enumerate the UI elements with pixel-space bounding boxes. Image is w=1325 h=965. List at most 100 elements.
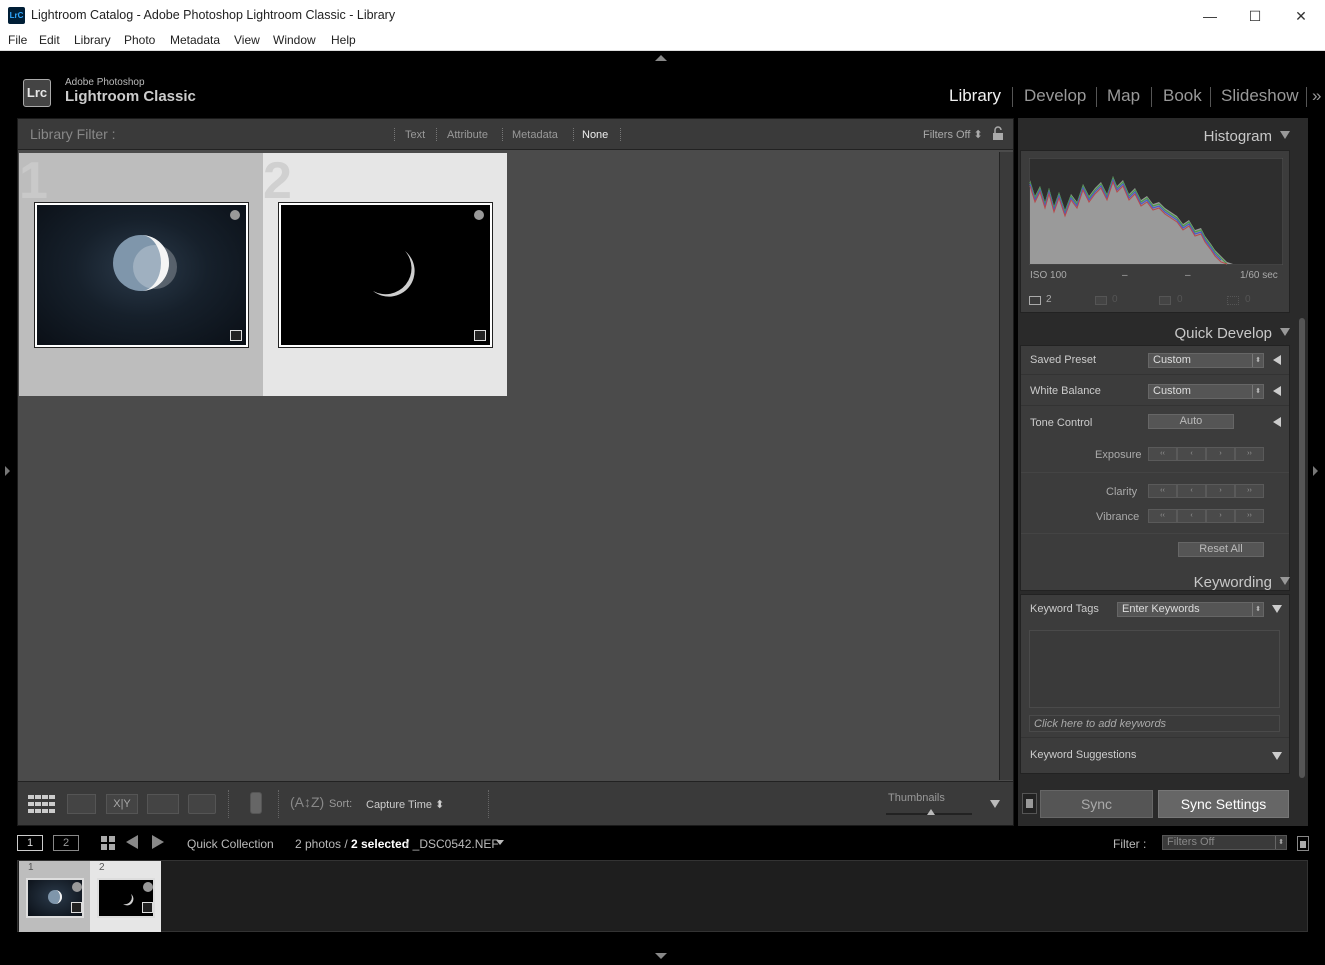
- close-button[interactable]: ✕: [1281, 4, 1321, 28]
- expand-left-panel-icon[interactable]: [5, 466, 10, 476]
- quick-collection-dot-icon[interactable]: [474, 210, 484, 220]
- photo-thumbnail[interactable]: [34, 202, 249, 348]
- grid-cell[interactable]: 1: [19, 153, 263, 396]
- quick-collection-dot-icon[interactable]: [230, 210, 240, 220]
- module-book[interactable]: Book: [1163, 86, 1202, 106]
- lock-icon[interactable]: [992, 126, 1004, 141]
- loupe-view-icon[interactable]: [67, 794, 96, 814]
- more-modules-icon[interactable]: »: [1312, 86, 1321, 106]
- white-balance-select[interactable]: Custom ⬍: [1148, 384, 1264, 399]
- filmstrip-filter-select[interactable]: Filters Off ⬍: [1162, 835, 1287, 850]
- right-panel-scrollbar[interactable]: [1296, 118, 1308, 778]
- collapse-bottom-panel-icon[interactable]: [655, 953, 667, 959]
- forward-arrow-icon[interactable]: [152, 835, 164, 849]
- menu-metadata[interactable]: Metadata: [170, 33, 220, 47]
- sync-settings-button[interactable]: Sync Settings: [1158, 790, 1289, 818]
- menu-photo[interactable]: Photo: [124, 33, 155, 47]
- compare-view-icon[interactable]: X|Y: [106, 794, 138, 814]
- grid-view-icon[interactable]: [28, 794, 56, 814]
- histogram-header[interactable]: Histogram: [1018, 120, 1296, 150]
- quick-collection-dot-icon[interactable]: [72, 882, 82, 892]
- clarity-increase-button[interactable]: ›: [1206, 484, 1235, 498]
- exposure-big-increase-button[interactable]: ››: [1235, 447, 1264, 461]
- vibrance-increase-button[interactable]: ›: [1206, 509, 1235, 523]
- divider: [1021, 472, 1289, 473]
- filmstrip-cell[interactable]: 1: [19, 861, 90, 932]
- people-view-icon[interactable]: [188, 794, 216, 814]
- saved-preset-expand-icon[interactable]: [1273, 355, 1281, 365]
- menu-help[interactable]: Help: [331, 33, 356, 47]
- secondary-window-button[interactable]: 2: [53, 835, 79, 851]
- source-label[interactable]: Quick Collection: [187, 837, 274, 851]
- moon-photo: [37, 205, 246, 345]
- keyword-tags-chevron-down-icon[interactable]: [1272, 605, 1282, 613]
- vibrance-big-increase-button[interactable]: ››: [1235, 509, 1264, 523]
- clarity-big-increase-button[interactable]: ››: [1235, 484, 1264, 498]
- survey-view-icon[interactable]: [147, 794, 179, 814]
- library-filter-bar: Library Filter : Text Attribute Metadata…: [18, 119, 1013, 150]
- keywording-collapse-icon[interactable]: [1280, 577, 1290, 585]
- filters-off-dropdown[interactable]: Filters Off ⬍: [923, 128, 983, 141]
- thumbnail-slider-handle[interactable]: [927, 809, 935, 815]
- filename-dropdown-icon[interactable]: [496, 840, 504, 845]
- tone-control-expand-icon[interactable]: [1273, 417, 1281, 427]
- filmstrip-cell[interactable]: 2: [90, 861, 161, 932]
- exposure-increase-button[interactable]: ›: [1206, 447, 1235, 461]
- menu-view[interactable]: View: [234, 33, 260, 47]
- collapse-right-panel-icon[interactable]: [1313, 466, 1318, 476]
- sync-button[interactable]: Sync: [1040, 790, 1153, 818]
- filter-metadata[interactable]: Metadata: [512, 129, 558, 141]
- painter-spray-can-icon[interactable]: [250, 792, 262, 814]
- auto-sync-toggle[interactable]: [1022, 793, 1037, 814]
- auto-tone-button[interactable]: Auto: [1148, 414, 1234, 429]
- filter-attribute[interactable]: Attribute: [447, 129, 488, 141]
- keyword-tags-select[interactable]: Enter Keywords ⬍: [1117, 602, 1264, 617]
- collapse-top-panel-icon[interactable]: [655, 55, 667, 61]
- keyword-suggestions-label[interactable]: Keyword Suggestions: [1030, 749, 1136, 761]
- filter-text[interactable]: Text: [405, 129, 425, 141]
- keyword-suggestions-chevron-down-icon[interactable]: [1272, 752, 1282, 760]
- module-library[interactable]: Library: [949, 86, 1001, 106]
- add-keywords-input[interactable]: Click here to add keywords: [1029, 715, 1280, 732]
- menu-window[interactable]: Window: [273, 33, 316, 47]
- quick-develop-header[interactable]: Quick Develop: [1018, 317, 1296, 347]
- module-slideshow[interactable]: Slideshow: [1221, 86, 1299, 106]
- quick-develop-collapse-icon[interactable]: [1280, 328, 1290, 336]
- grid-view-icon[interactable]: [100, 835, 116, 851]
- edited-badge-icon[interactable]: [474, 330, 486, 341]
- histogram-collapse-icon[interactable]: [1280, 131, 1290, 139]
- toolbar-options-chevron-down-icon[interactable]: [990, 800, 1000, 808]
- keywording-header[interactable]: Keywording: [1018, 566, 1296, 596]
- grid-cell[interactable]: 2: [263, 153, 507, 396]
- sort-direction-icon[interactable]: (A↕Z): [290, 794, 324, 810]
- vibrance-big-decrease-button[interactable]: ‹‹: [1148, 509, 1177, 523]
- menu-edit[interactable]: Edit: [39, 33, 60, 47]
- main-window-button[interactable]: 1: [17, 835, 43, 851]
- menu-library[interactable]: Library: [74, 33, 111, 47]
- filter-none[interactable]: None: [582, 129, 608, 141]
- photo-thumbnail[interactable]: [278, 202, 493, 348]
- keyword-text-area[interactable]: [1029, 630, 1280, 708]
- filter-lock-toggle[interactable]: [1297, 836, 1309, 851]
- back-arrow-icon[interactable]: [126, 835, 138, 849]
- minimize-button[interactable]: —: [1190, 4, 1230, 28]
- sort-dropdown[interactable]: Capture Time ⬍: [366, 798, 444, 811]
- reset-all-button[interactable]: Reset All: [1178, 542, 1264, 557]
- right-panel-scroll-thumb[interactable]: [1299, 318, 1305, 778]
- edited-badge-icon[interactable]: [71, 902, 82, 913]
- exposure-big-decrease-button[interactable]: ‹‹: [1148, 447, 1177, 461]
- module-develop[interactable]: Develop: [1024, 86, 1086, 106]
- quick-collection-dot-icon[interactable]: [143, 882, 153, 892]
- edited-badge-icon[interactable]: [230, 330, 242, 341]
- menu-file[interactable]: File: [8, 33, 27, 47]
- vibrance-decrease-button[interactable]: ‹: [1177, 509, 1206, 523]
- edited-badge-icon[interactable]: [142, 902, 153, 913]
- maximize-button[interactable]: ☐: [1235, 4, 1275, 28]
- clarity-decrease-button[interactable]: ‹: [1177, 484, 1206, 498]
- clarity-big-decrease-button[interactable]: ‹‹: [1148, 484, 1177, 498]
- saved-preset-select[interactable]: Custom ⬍: [1148, 353, 1264, 368]
- grid-scrollbar[interactable]: [999, 152, 1013, 780]
- white-balance-expand-icon[interactable]: [1273, 386, 1281, 396]
- module-map[interactable]: Map: [1107, 86, 1140, 106]
- exposure-decrease-button[interactable]: ‹: [1177, 447, 1206, 461]
